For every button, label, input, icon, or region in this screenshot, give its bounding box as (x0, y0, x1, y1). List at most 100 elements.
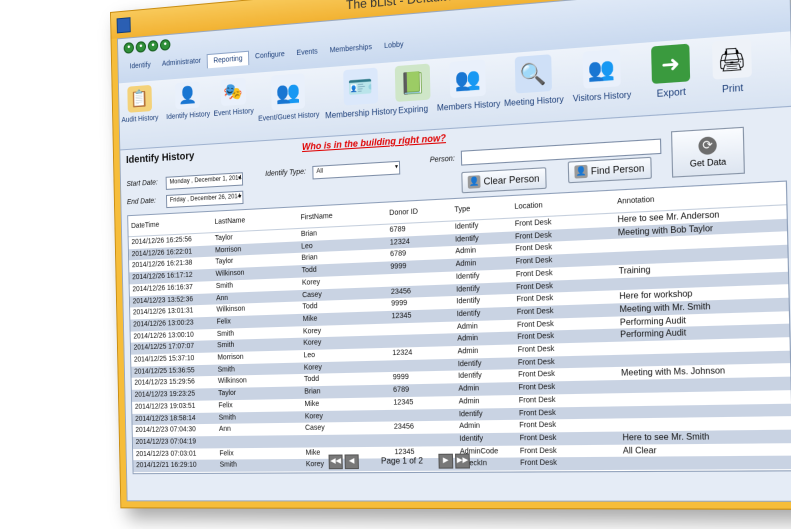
meeting-history-button[interactable]: 🔍 Meeting History (503, 53, 564, 108)
start-date-picker[interactable]: Monday , December 1, 2014 ▾ (165, 172, 244, 190)
cell-firstname (302, 434, 392, 448)
get-data-label: Get Data (689, 156, 727, 169)
cell-datetime: 2014/12/23 07:04:30 (135, 426, 196, 435)
cell-datetime: 2014/12/23 18:58:14 (132, 412, 216, 426)
event-guest-history-label: Event/Guest History (258, 111, 320, 123)
client-area: ● ● ● ● Identify Administrator Reporting… (117, 0, 791, 502)
person-label: Person: (429, 155, 455, 165)
cell-donor-id: 12345 (393, 398, 414, 407)
membership-history-icon: 🪪 (342, 67, 378, 106)
person-icon: 👤 (467, 175, 481, 189)
cell-type: Admin (458, 397, 480, 406)
export-icon: ➜ (651, 43, 691, 84)
refresh-icon: ⟳ (698, 136, 717, 156)
end-date-label: End Date: (126, 197, 157, 207)
members-history-button[interactable]: 👥 Members History (436, 58, 500, 113)
quick-button-1[interactable]: ● (123, 41, 135, 54)
expiring-label: Expiring (398, 103, 429, 116)
cell-firstname: Casey (304, 424, 325, 433)
scene: The bList - Default Administrator – ☐ ✕ … (0, 0, 791, 529)
column-header-donor-id[interactable]: Donor ID (385, 199, 452, 225)
cell-firstname: Korey (301, 409, 391, 423)
clear-person-button[interactable]: 👤 Clear Person (461, 167, 547, 194)
cell-type: Identify (455, 407, 516, 421)
audit-history-button[interactable]: 📋 Audit History (121, 84, 159, 124)
membership-history-button[interactable]: 🪪 Membership History (324, 66, 397, 120)
event-history-icon: 🎭 (220, 77, 247, 107)
identify-type-label: Identify Type: (265, 168, 307, 179)
history-table: DateTime LastName FirstName Donor ID Typ… (128, 181, 791, 474)
audit-history-label: Audit History (121, 114, 159, 125)
visitors-history-icon: 👥 (582, 48, 621, 89)
identify-history-label: Identify History (166, 110, 211, 122)
print-button[interactable]: 🖨 Print (712, 38, 752, 95)
tab-memberships[interactable]: Memberships (324, 40, 379, 59)
history-grid[interactable]: DateTime LastName FirstName Donor ID Typ… (127, 180, 791, 475)
page-title: Identify History (125, 150, 195, 167)
cell-location: Front Desk (516, 431, 620, 446)
cell-datetime: 2014/12/23 07:04:19 (132, 436, 217, 449)
find-person-label: Find Person (590, 162, 645, 177)
cell-lastname: Ann (218, 425, 231, 434)
page-indicator: Page 1 of 2 (380, 456, 424, 466)
chevron-down-icon: ▾ (238, 193, 242, 201)
meeting-history-label: Meeting History (503, 94, 564, 109)
event-history-label: Event History (213, 107, 254, 118)
chevron-down-icon: ▾ (394, 164, 399, 171)
cell-location: Front Desk (519, 421, 557, 430)
cell-donor-id: 6789 (389, 383, 456, 398)
tab-events[interactable]: Events (290, 45, 323, 62)
app-window: The bList - Default Administrator – ☐ ✕ … (110, 0, 791, 510)
members-history-icon: 👥 (449, 59, 487, 99)
cell-type: Identify (456, 432, 517, 446)
event-guest-history-button[interactable]: 👥 Event/Guest History (257, 72, 319, 123)
cell-lastname: Smith (215, 410, 302, 425)
start-date-value: Monday , December 1, 2014 (169, 175, 242, 186)
cell-type: Admin (455, 382, 516, 396)
visitors-history-label: Visitors History (572, 89, 632, 104)
export-label: Export (656, 86, 687, 100)
prev-page-button[interactable]: ◀ (344, 454, 359, 470)
get-data-button[interactable]: ⟳ Get Data (671, 126, 745, 178)
tab-reporting[interactable]: Reporting (206, 50, 250, 69)
cell-donor-id (390, 408, 456, 422)
tab-administrator[interactable]: Administrator (156, 54, 207, 72)
expiring-icon: 📗 (394, 63, 431, 102)
cell-donor-id: 23456 (393, 423, 414, 432)
quick-button-2[interactable]: ● (135, 40, 147, 53)
tab-identify[interactable]: Identify (124, 58, 156, 75)
membership-history-label: Membership History (325, 106, 398, 121)
find-person-button[interactable]: 👤 Find Person (567, 156, 652, 184)
who-in-building-link[interactable]: Who is in the building right now? (302, 132, 446, 152)
identify-type-select[interactable]: All ▾ (312, 160, 401, 180)
tab-lobby[interactable]: Lobby (378, 38, 410, 55)
printer-icon: 🖨 (712, 38, 752, 80)
column-header-type[interactable]: Type (451, 196, 512, 222)
identify-type-value: All (316, 168, 324, 176)
export-button[interactable]: ➜ Export (651, 43, 691, 100)
start-date-label: Start Date: (126, 179, 158, 189)
quick-button-4[interactable]: ● (159, 38, 171, 51)
pager: ◀◀ ◀ Page 1 of 2 ▶ ▶▶ (127, 444, 791, 501)
chevron-down-icon: ▾ (238, 175, 242, 182)
meeting-history-icon: 🔍 (514, 54, 552, 94)
first-page-button[interactable]: ◀◀ (328, 454, 343, 470)
end-date-picker[interactable]: Friday , December 26, 2014 ▾ (166, 190, 244, 209)
cell-lastname (216, 435, 303, 448)
last-page-button[interactable]: ▶▶ (455, 453, 470, 469)
clear-person-label: Clear Person (483, 172, 540, 187)
end-date-value: Friday , December 26, 2014 (169, 193, 241, 204)
next-page-button[interactable]: ▶ (438, 453, 454, 469)
person-icon: 👤 (574, 164, 588, 179)
identify-history-button[interactable]: 👤 Identify History (166, 80, 211, 122)
visitors-history-button[interactable]: 👥 Visitors History (572, 48, 632, 104)
event-history-button[interactable]: 🎭 Event History (213, 77, 254, 118)
members-history-label: Members History (436, 98, 501, 113)
cell-type: Identify (458, 372, 482, 381)
quick-access-toolbar: ● ● ● ● (123, 38, 171, 54)
quick-button-3[interactable]: ● (147, 39, 159, 52)
table-body: 2014/12/26 16:25:56 Taylor Brian 6789 Identi… (128, 205, 791, 474)
tab-configure[interactable]: Configure (249, 47, 291, 65)
cell-type: Admin (459, 422, 481, 431)
expiring-button[interactable]: 📗 Expiring (394, 63, 431, 116)
